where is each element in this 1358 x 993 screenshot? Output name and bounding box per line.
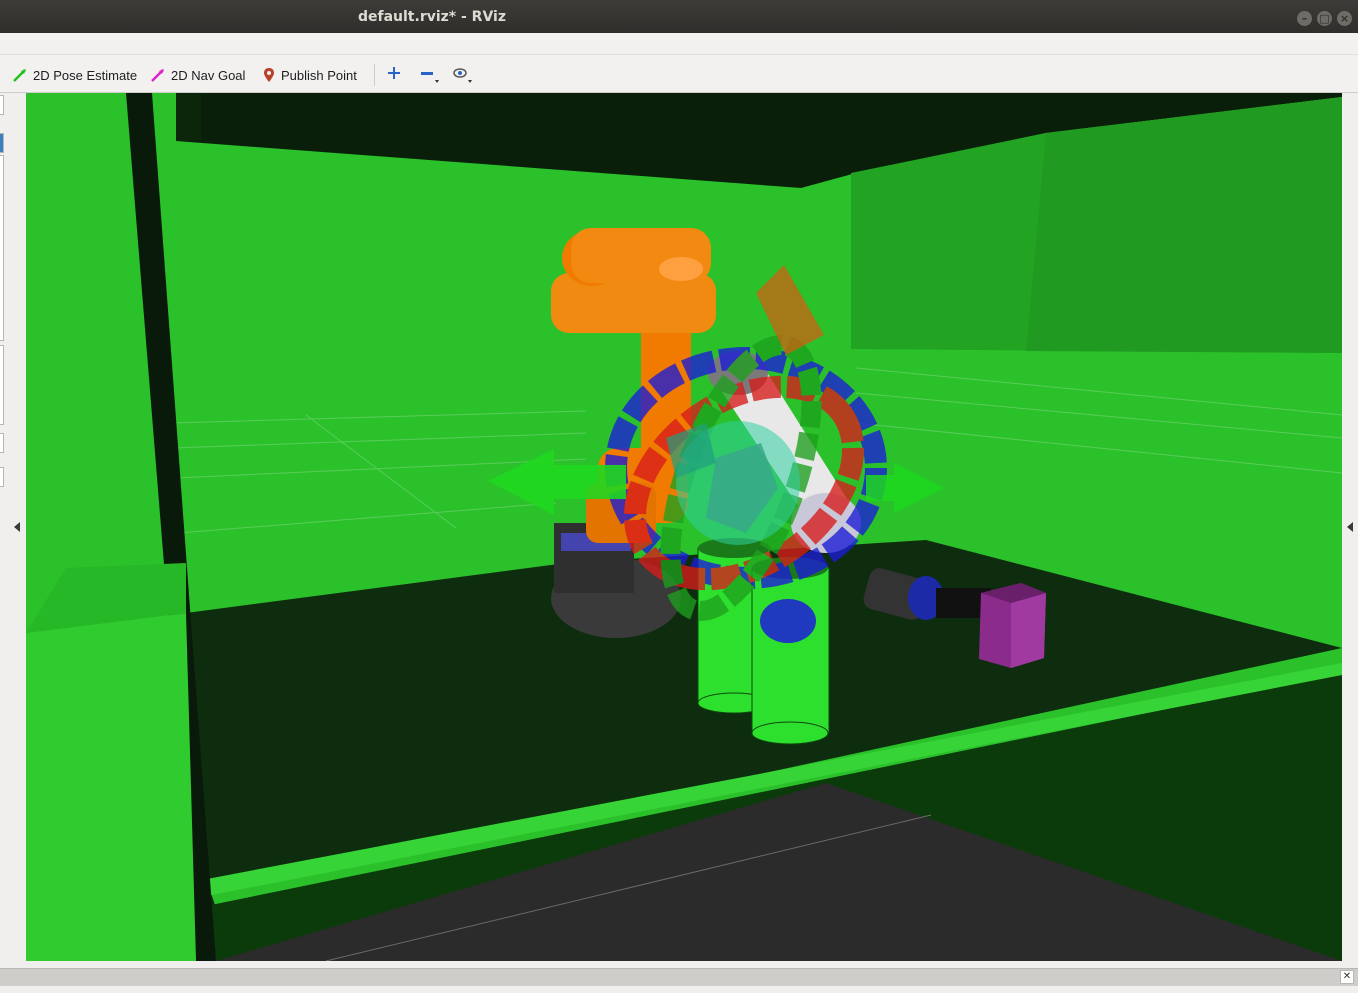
publish-point-label: Publish Point xyxy=(281,67,357,83)
magenta-arrow-icon xyxy=(151,69,164,82)
dock-panel-edge xyxy=(0,155,4,341)
minimize-button[interactable]: – xyxy=(1297,11,1312,26)
dock-selection-edge xyxy=(0,133,4,153)
maximize-button[interactable]: □ xyxy=(1317,11,1332,26)
pose-estimate-label: 2D Pose Estimate xyxy=(33,67,138,83)
collapse-right-icon[interactable] xyxy=(1347,522,1353,532)
zoom-out-icon[interactable] xyxy=(419,65,439,85)
toolbar-separator xyxy=(374,64,375,86)
dock-widget-edge xyxy=(0,95,4,115)
nav-goal-tool[interactable]: 2D Nav Goal xyxy=(150,65,245,85)
scene-render[interactable] xyxy=(26,93,1342,961)
collapse-left-icon[interactable] xyxy=(14,522,20,532)
window-title: default.rviz* - RViz xyxy=(357,9,506,25)
publish-point-tool[interactable]: Publish Point xyxy=(262,65,357,85)
menu-bar xyxy=(0,33,1358,55)
3d-render-viewport[interactable] xyxy=(26,93,1342,961)
right-dock-strip xyxy=(1342,93,1358,961)
left-dock-strip xyxy=(0,93,26,961)
window-titlebar: default.rviz* - RViz – □ × xyxy=(0,0,1358,33)
bottom-panel xyxy=(0,968,1358,986)
map-pin-icon xyxy=(264,68,274,82)
close-panel-icon[interactable]: ✕ xyxy=(1340,970,1354,984)
dock-widget-edge xyxy=(0,467,4,487)
tools-toolbar: 2D Pose Estimate 2D Nav Goal Publish Poi… xyxy=(0,55,1358,93)
zoom-in-icon[interactable] xyxy=(386,65,406,85)
camera-view-icon[interactable] xyxy=(452,65,472,85)
dock-panel-edge xyxy=(0,345,4,425)
green-arrow-icon xyxy=(13,69,26,82)
bottom-bar: ✕ xyxy=(0,961,1358,993)
nav-goal-label: 2D Nav Goal xyxy=(171,67,246,83)
pose-estimate-tool[interactable]: 2D Pose Estimate xyxy=(12,65,137,85)
dock-widget-edge xyxy=(0,433,4,453)
close-button[interactable]: × xyxy=(1337,11,1352,26)
